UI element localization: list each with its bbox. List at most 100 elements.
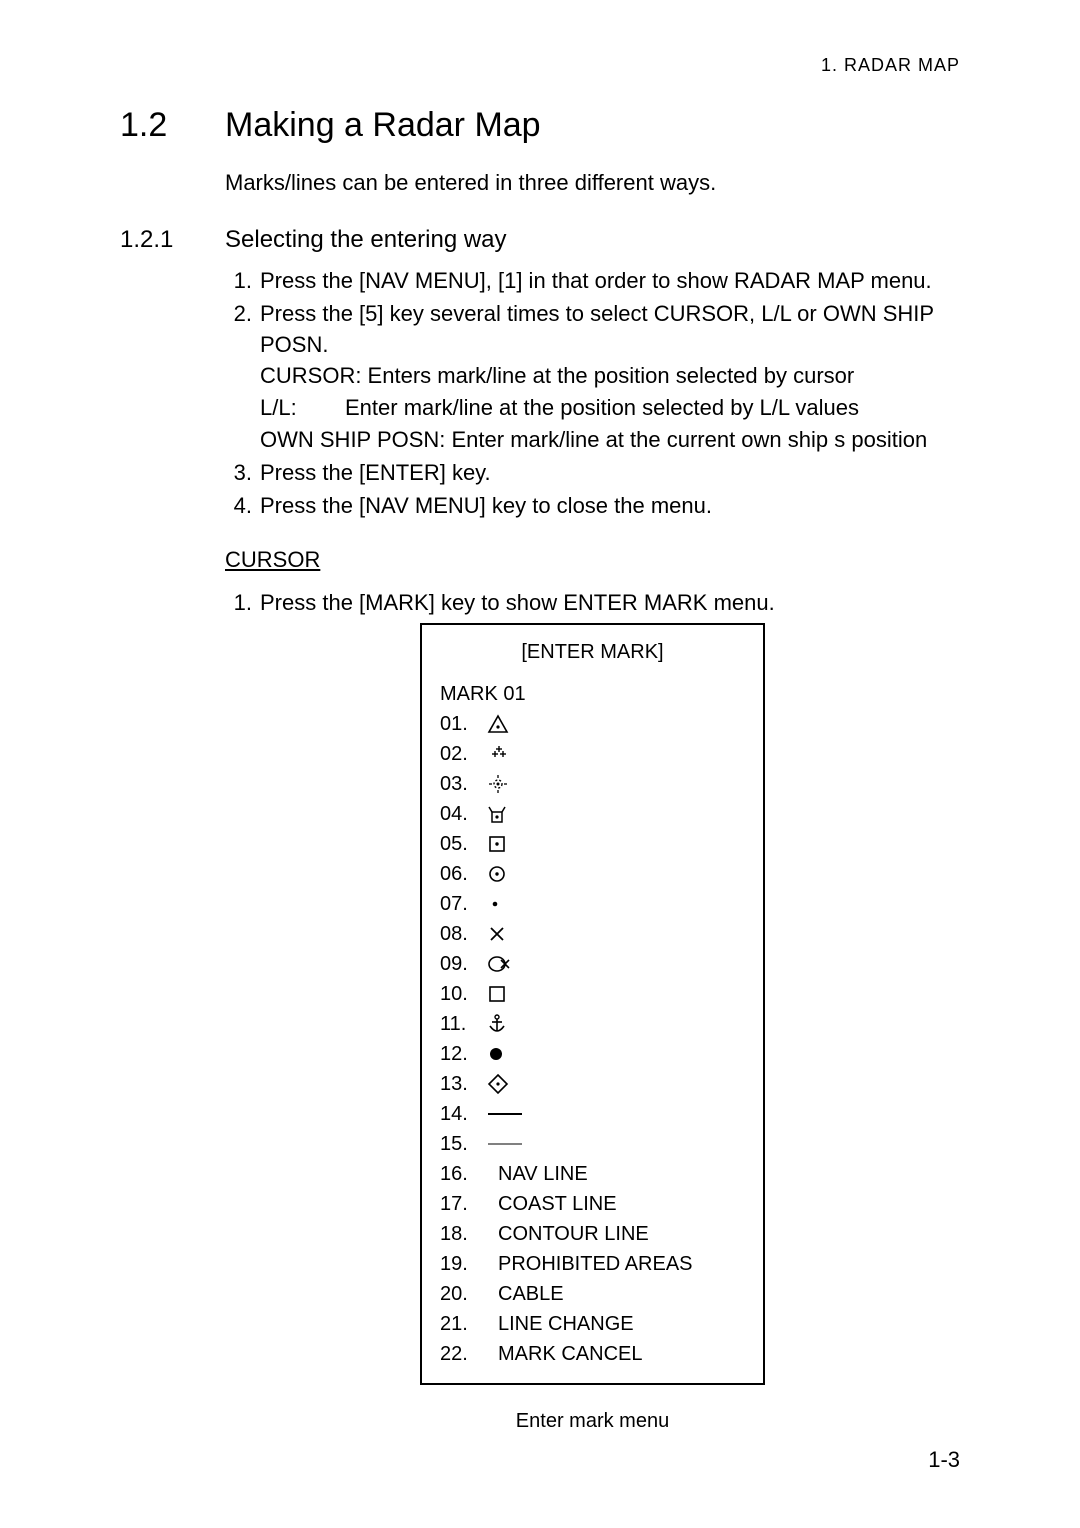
list-marker: 2. [225,299,260,361]
definition-block: CURSOR: Enters mark/line at the position… [260,360,960,456]
menu-item: 07. [440,889,745,919]
menu-label: COAST LINE [488,1189,617,1219]
menu-index: 07. [440,889,488,919]
menu-index: 21. [440,1309,488,1339]
page: 1. RADAR MAP 1.2 Making a Radar Map Mark… [0,0,1080,1528]
menu-index: 17. [440,1189,488,1219]
menu-index: 05. [440,829,488,859]
menu-title: [ENTER MARK] [440,637,745,667]
def-cursor: CURSOR: Enters mark/line at the position… [260,360,960,392]
subsection-heading: 1.2.1 Selecting the entering way [120,226,960,254]
dot-icon [488,893,516,915]
menu-item: 15. [440,1129,745,1159]
def-ll-key: L/L: [260,392,345,424]
menu-item: 04. [440,799,745,829]
menu-item: 01. [440,709,745,739]
x-mark-icon [488,923,516,945]
circle-dot-icon [488,863,516,885]
circle-x-icon [488,953,516,975]
figure-caption: Enter mark menu [225,1410,960,1433]
beacon-icon [488,803,516,825]
square-dot-icon [488,833,516,855]
def-own: OWN SHIP POSN: Enter mark/line at the cu… [260,424,960,456]
menu-index: 03. [440,769,488,799]
menu-index: 06. [440,859,488,889]
menu-subtitle: MARK 01 [440,679,745,709]
menu-item: 09. [440,949,745,979]
menu-index: 16. [440,1159,488,1189]
menu-item: 18. CONTOUR LINE [440,1219,745,1249]
thin-line-icon [488,1133,516,1155]
menu-index: 13. [440,1069,488,1099]
list-marker: 4. [225,491,260,522]
menu-item: 02. [440,739,745,769]
menu-item: 08. [440,919,745,949]
list-text: Press the [5] key several times to selec… [260,299,960,361]
ordered-list-a: 1. Press the [NAV MENU], [1] in that ord… [225,266,960,360]
plus-cluster-icon [488,743,516,765]
filled-circle-icon [488,1043,516,1065]
subsection-title: Selecting the entering way [225,226,507,254]
menu-index: 20. [440,1279,488,1309]
solid-line-icon [488,1103,516,1125]
section-title: Making a Radar Map [225,106,541,145]
menu-index: 01. [440,709,488,739]
menu-item: 17. COAST LINE [440,1189,745,1219]
triangle-dot-icon [488,713,516,735]
menu-item: 10. [440,979,745,1009]
anchor-icon [488,1013,516,1035]
menu-index: 14. [440,1099,488,1129]
menu-index: 02. [440,739,488,769]
list-text: Press the [MARK] key to show ENTER MARK … [260,588,775,619]
menu-index: 22. [440,1339,488,1369]
page-number: 1-3 [928,1447,960,1473]
section-number: 1.2 [120,106,225,145]
subsection-number: 1.2.1 [120,226,225,254]
def-ll: L/L: Enter mark/line at the position sel… [260,392,960,424]
menu-item: 12. [440,1039,745,1069]
menu-label: NAV LINE [488,1159,588,1189]
list-item: 4. Press the [NAV MENU] key to close the… [225,491,960,522]
def-ll-val: Enter mark/line at the position selected… [345,392,859,424]
menu-item: 06. [440,859,745,889]
menu-item: 16. NAV LINE [440,1159,745,1189]
cursor-step-list: 1. Press the [MARK] key to show ENTER MA… [225,588,960,619]
menu-label: CONTOUR LINE [488,1219,649,1249]
list-marker: 1. [225,588,260,619]
list-marker: 3. [225,458,260,489]
menu-index: 15. [440,1129,488,1159]
menu-item: 03. [440,769,745,799]
menu-label: CABLE [488,1279,564,1309]
cursor-heading: CURSOR [225,547,960,573]
menu-label: MARK CANCEL [488,1339,642,1369]
menu-index: 08. [440,919,488,949]
menu-index: 09. [440,949,488,979]
menu-index: 12. [440,1039,488,1069]
diamond-dot-icon [488,1073,516,1095]
enter-mark-menu: [ENTER MARK] MARK 01 01. 02. 03. [420,623,765,1385]
menu-index: 04. [440,799,488,829]
list-item: 3. Press the [ENTER] key. [225,458,960,489]
menu-item: 20. CABLE [440,1279,745,1309]
menu-index: 18. [440,1219,488,1249]
menu-item: 11. [440,1009,745,1039]
menu-index: 10. [440,979,488,1009]
menu-item: 19. PROHIBITED AREAS [440,1249,745,1279]
ordered-list-b: 3. Press the [ENTER] key. 4. Press the [… [225,458,960,522]
list-item: 1. Press the [MARK] key to show ENTER MA… [225,588,960,619]
intro-text: Marks/lines can be entered in three diff… [225,170,960,196]
sun-dot-icon [488,773,516,795]
section-heading: 1.2 Making a Radar Map [120,106,960,145]
menu-item: 05. [440,829,745,859]
list-text: Press the [NAV MENU], [1] in that order … [260,266,932,297]
square-icon [488,983,516,1005]
menu-item: 13. [440,1069,745,1099]
menu-label: PROHIBITED AREAS [488,1249,693,1279]
list-item: 2. Press the [5] key several times to se… [225,299,960,361]
menu-index: 19. [440,1249,488,1279]
menu-label: LINE CHANGE [488,1309,634,1339]
menu-item: 22. MARK CANCEL [440,1339,745,1369]
list-text: Press the [ENTER] key. [260,458,491,489]
list-marker: 1. [225,266,260,297]
menu-item: 21. LINE CHANGE [440,1309,745,1339]
